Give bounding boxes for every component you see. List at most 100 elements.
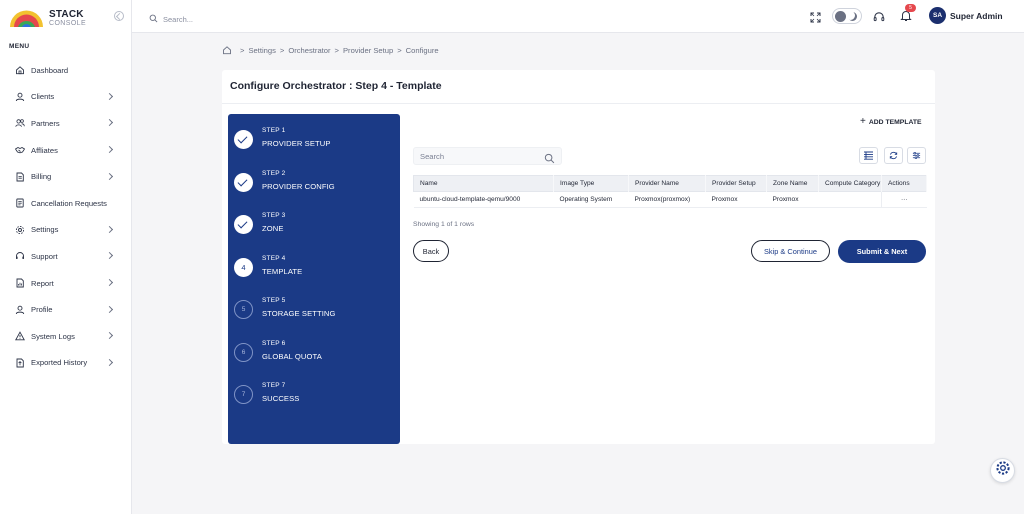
profile-icon — [15, 305, 25, 315]
step-2[interactable]: STEP 2 PROVIDER CONFIG — [228, 167, 400, 197]
step-5[interactable]: 5 STEP 5 STORAGE SETTING — [228, 294, 400, 324]
sidebar-item-billing[interactable]: Billing — [0, 163, 132, 190]
sidebar-item-support[interactable]: Support — [0, 243, 132, 270]
step-name: STORAGE SETTING — [262, 309, 336, 318]
sidebar-item-label: Billing — [31, 172, 52, 182]
plus-icon: + — [860, 116, 866, 127]
step-label: STEP 2 — [262, 169, 286, 177]
theme-toggle[interactable] — [832, 8, 862, 24]
table-cell: Operating System — [553, 191, 629, 208]
global-search-input[interactable]: Search... — [163, 15, 193, 24]
collapse-sidebar-icon[interactable] — [114, 11, 124, 21]
back-button[interactable]: Back — [413, 240, 449, 262]
brand-logo[interactable]: STACK CONSOLE — [8, 6, 118, 30]
logo-mark-icon — [8, 8, 45, 28]
chevron-right-icon — [105, 225, 114, 233]
sidebar-item-label: Profile — [31, 305, 53, 315]
step-1[interactable]: STEP 1 PROVIDER SETUP — [228, 124, 400, 154]
template-table: Name Image Type Provider Name Provider S… — [413, 175, 927, 208]
global-search[interactable]: Search... — [149, 10, 193, 28]
search-icon — [544, 151, 555, 164]
stepper-panel: STEP 1 PROVIDER SETUP STEP 2 PROVIDER CO… — [228, 114, 400, 444]
breadcrumb-separator: > — [397, 45, 402, 55]
columns-icon — [863, 147, 874, 165]
sidebar-item-partners[interactable]: Partners — [0, 110, 132, 137]
step-7[interactable]: 7 STEP 7 SUCCESS — [228, 379, 400, 409]
column-header[interactable]: Provider Setup — [705, 175, 767, 192]
step-label: STEP 7 — [262, 382, 286, 389]
sidebar-item-clients[interactable]: Clients — [0, 84, 132, 111]
table-search[interactable] — [413, 147, 562, 165]
sidebar-item-affliates[interactable]: Affliates — [0, 137, 132, 164]
sidebar-item-report[interactable]: Report — [0, 270, 132, 297]
breadcrumb-settings[interactable]: Settings — [248, 46, 275, 55]
sidebar-item-cancellation-requests[interactable]: Cancellation Requests — [0, 190, 132, 217]
sidebar-item-profile[interactable]: Profile — [0, 296, 132, 323]
user-icon — [15, 92, 25, 102]
search-icon — [149, 10, 158, 28]
skip-continue-button[interactable]: Skip & Continue — [751, 240, 830, 262]
refresh-button[interactable] — [884, 147, 903, 164]
avatar[interactable]: SA — [929, 7, 946, 24]
column-header[interactable]: Image Type — [553, 175, 629, 192]
warning-icon — [15, 331, 25, 341]
submit-next-button[interactable]: Submit & Next — [838, 240, 926, 263]
sidebar-item-label: Affliates — [31, 145, 58, 155]
step-name: PROVIDER CONFIG — [262, 181, 335, 191]
sidebar-item-exported-history[interactable]: Exported History — [0, 350, 132, 377]
page-title: Configure Orchestrator : Step 4 - Templa… — [230, 80, 442, 92]
menu-title: MENU — [9, 43, 30, 50]
table-cell — [818, 191, 882, 208]
sidebar-item-label: Exported History — [31, 358, 88, 368]
chevron-right-icon — [105, 332, 114, 340]
configure-card: Configure Orchestrator : Step 4 - Templa… — [222, 70, 935, 444]
column-header[interactable]: Provider Name — [628, 175, 706, 192]
table-row[interactable]: ubuntu-cloud-template-qemu/9000 Operatin… — [413, 191, 927, 208]
column-header: Actions — [881, 175, 927, 192]
sidebar-item-settings[interactable]: Settings — [0, 217, 132, 244]
notification-badge: 5 — [905, 4, 916, 12]
table-header-row: Name Image Type Provider Name Provider S… — [413, 175, 927, 192]
table-cell: Proxmox — [705, 191, 767, 208]
add-template-button[interactable]: + ADD TEMPLATE — [860, 117, 922, 127]
chevron-right-icon — [105, 172, 114, 180]
step-4[interactable]: 4 STEP 4 TEMPLATE — [228, 252, 400, 282]
sidebar-nav: Dashboard Clients Partners Affliates Bil… — [0, 57, 132, 376]
check-icon — [234, 130, 253, 149]
column-header[interactable]: Compute Category — [818, 175, 882, 192]
divider — [222, 103, 935, 104]
headset-icon[interactable] — [873, 10, 885, 22]
breadcrumb-separator: > — [334, 45, 339, 55]
step-3[interactable]: STEP 3 ZONE — [228, 209, 400, 239]
sidebar-item-label: Clients — [31, 92, 55, 102]
step-label: STEP 1 — [262, 127, 286, 134]
step-label: STEP 5 — [262, 297, 286, 304]
column-header[interactable]: Name — [413, 175, 554, 192]
sidebar-item-label: System Logs — [31, 331, 75, 341]
settings-fab[interactable] — [990, 458, 1015, 483]
row-actions-menu[interactable]: ··· — [881, 191, 927, 208]
breadcrumb: > Settings > Orchestrator > Provider Set… — [222, 45, 439, 55]
breadcrumb-orchestrator[interactable]: Orchestrator — [288, 46, 330, 55]
export-icon — [15, 358, 25, 368]
step-name: SUCCESS — [262, 394, 300, 403]
brand-sub: CONSOLE — [49, 19, 87, 27]
breadcrumb-provider-setup[interactable]: Provider Setup — [343, 46, 393, 55]
table-search-input[interactable] — [420, 150, 530, 163]
column-toggle-button[interactable] — [859, 147, 878, 164]
step-6[interactable]: 6 STEP 6 GLOBAL QUOTA — [228, 337, 400, 367]
table-cell: ubuntu-cloud-template-qemu/9000 — [413, 191, 554, 208]
gear-icon — [15, 225, 25, 235]
fullscreen-icon[interactable] — [810, 10, 821, 23]
headset-icon — [15, 251, 25, 261]
column-header[interactable]: Zone Name — [766, 175, 819, 192]
sidebar-item-dashboard[interactable]: Dashboard — [0, 57, 132, 84]
user-name[interactable]: Super Admin — [950, 11, 1003, 21]
step-label: STEP 3 — [262, 212, 286, 219]
invoice-icon — [15, 172, 25, 182]
sidebar-item-system-logs[interactable]: System Logs — [0, 323, 132, 350]
home-icon[interactable] — [222, 45, 232, 55]
filter-button[interactable] — [907, 147, 926, 164]
check-icon — [234, 215, 253, 234]
add-template-label: ADD TEMPLATE — [868, 118, 922, 126]
